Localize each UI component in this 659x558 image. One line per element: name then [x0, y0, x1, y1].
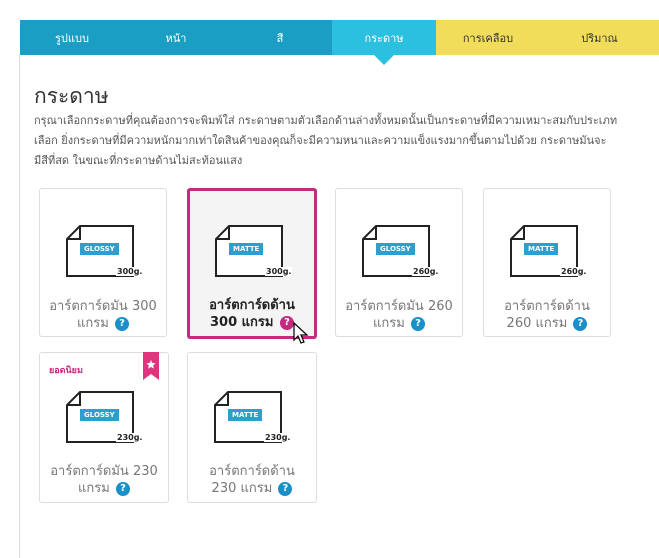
active-tab-pointer — [374, 55, 394, 65]
paper-sheet-icon: GLOSSY 300g. — [66, 225, 144, 281]
paper-weight-label: 230g. — [264, 433, 292, 442]
tab-format[interactable]: รูปแบบ — [20, 20, 124, 55]
paper-option-glossy-230[interactable]: ยอดนิยม GLOSSY 230g. อาร์ตการ์ดมัน 230 แ… — [39, 352, 169, 503]
paper-option-matte-300[interactable]: MATTE 300g. อาร์ตการ์ดด้าน 300 แกรม ? — [187, 188, 317, 339]
help-icon[interactable]: ? — [410, 316, 425, 331]
paper-sheet-icon: MATTE 260g. — [510, 225, 588, 281]
paper-option-label: อาร์ตการ์ดมัน 230 แกรม ? — [50, 464, 158, 496]
paper-sheet-icon: MATTE 300g. — [215, 225, 293, 281]
paper-type-tag: GLOSSY — [80, 409, 119, 421]
paper-weight-label: 230g. — [116, 433, 144, 442]
paper-option-label: อาร์ตการ์ดด้าน 260 แกรม ? — [504, 299, 590, 331]
description-line: กรุณาเลือกกระดาษที่คุณต้องการจะพิมพ์ใส่ … — [34, 114, 618, 127]
paper-description: กรุณาเลือกกระดาษที่คุณต้องการจะพิมพ์ใส่ … — [34, 111, 659, 171]
paper-option-glossy-300[interactable]: GLOSSY 300g. อาร์ตการ์ดมัน 300 แกรม ? — [39, 188, 167, 337]
paper-sheet-icon: GLOSSY 230g. — [66, 391, 144, 447]
paper-weight-label: 260g. — [560, 267, 588, 276]
paper-option-matte-260[interactable]: MATTE 260g. อาร์ตการ์ดด้าน 260 แกรม ? — [483, 188, 611, 337]
paper-option-label: อาร์ตการ์ดด้าน 230 แกรม ? — [209, 464, 295, 496]
help-icon[interactable]: ? — [114, 316, 129, 331]
paper-type-tag: MATTE — [229, 243, 264, 255]
paper-option-label: อาร์ตการ์ดมัน 260 แกรม ? — [345, 299, 453, 331]
tab-color[interactable]: สี — [228, 20, 332, 55]
help-icon[interactable]: ? — [278, 481, 293, 496]
paper-option-label: อาร์ตการ์ดมัน 300 แกรม ? — [49, 299, 157, 331]
paper-sheet-icon: MATTE 230g. — [214, 391, 292, 447]
paper-weight-label: 260g. — [412, 267, 440, 276]
paper-type-tag: MATTE — [228, 409, 263, 421]
content-left-border — [19, 55, 20, 558]
step-tabs: รูปแบบ หน้า สี กระดาษ การเคลือบ ปริมาณ — [20, 20, 659, 65]
page-title: กระดาษ — [34, 84, 109, 108]
paper-type-tag: MATTE — [524, 243, 559, 255]
popular-label: ยอดนิยม — [49, 366, 83, 376]
description-line: มีสีที่สด ในขณะที่กระดาษด้านไม่สะท้อนแสง — [34, 154, 243, 167]
paper-option-glossy-260[interactable]: GLOSSY 260g. อาร์ตการ์ดมัน 260 แกรม ? — [335, 188, 463, 337]
help-icon[interactable]: ? — [115, 481, 130, 496]
help-icon[interactable]: ? — [280, 315, 294, 330]
paper-weight-label: 300g. — [265, 267, 293, 276]
mouse-pointer-icon — [293, 322, 309, 344]
description-line: เลือก ยิ่งกระดาษที่มีความหนักมากเท่าใดสิ… — [34, 134, 607, 147]
help-icon[interactable]: ? — [573, 316, 588, 331]
paper-type-tag: GLOSSY — [80, 243, 119, 255]
tab-coating[interactable]: การเคลือบ — [436, 20, 540, 55]
tab-paper[interactable]: กระดาษ — [332, 20, 436, 65]
bookmark-star-icon — [143, 352, 159, 380]
paper-sheet-icon: GLOSSY 260g. — [362, 225, 440, 281]
paper-type-tag: GLOSSY — [376, 243, 415, 255]
paper-option-matte-230[interactable]: MATTE 230g. อาร์ตการ์ดด้าน 230 แกรม ? — [187, 352, 317, 503]
tab-pages[interactable]: หน้า — [124, 20, 228, 55]
paper-weight-label: 300g. — [116, 267, 144, 276]
tab-quantity[interactable]: ปริมาณ — [540, 20, 659, 55]
